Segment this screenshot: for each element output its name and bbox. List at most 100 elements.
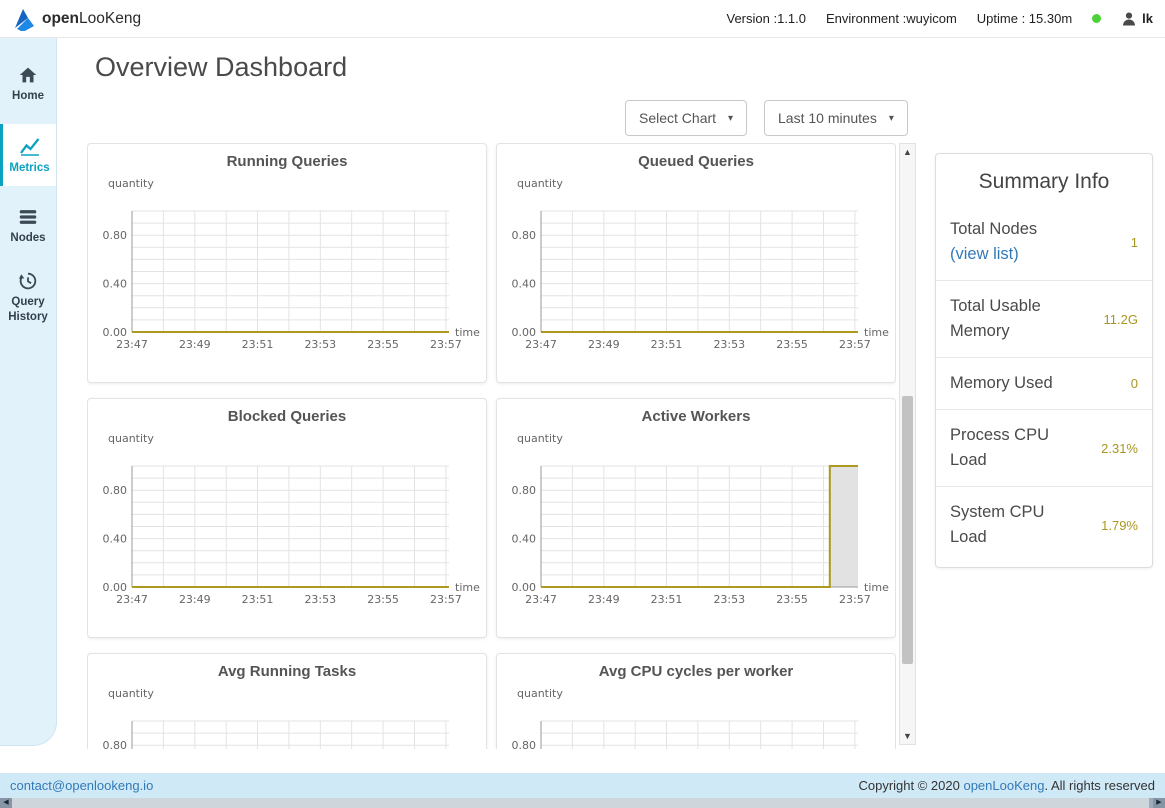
svg-text:23:55: 23:55 (367, 338, 399, 351)
chart-card-running-queries: Running Queries 0.00 0.40 0.80 quantity 23:47… (87, 143, 487, 383)
scrollbar-thumb[interactable] (12, 798, 1149, 808)
user-menu[interactable]: lk (1121, 11, 1153, 27)
user-name: lk (1142, 11, 1153, 26)
copyright-suffix: . All rights reserved (1044, 778, 1155, 793)
summary-row-total-nodes: Total Nodes (view list) 1 (936, 204, 1152, 280)
brand: openLooKeng (12, 7, 141, 31)
status-dot (1092, 14, 1102, 23)
chart-plot: 0.000.400.80quantity23:4723:4923:5123:53… (512, 432, 890, 606)
brand-name: openLooKeng (42, 9, 142, 27)
select-chart-dropdown[interactable]: Select Chart ▾ (625, 100, 748, 136)
metrics-icon (19, 138, 39, 156)
sidebar-item-label: Home (12, 90, 44, 102)
summary-value: 2.31% (1101, 440, 1138, 456)
sidebar-item-label: Query History (8, 295, 48, 323)
svg-text:23:57: 23:57 (430, 338, 462, 351)
openlookeng-link[interactable]: openLooKeng (963, 778, 1044, 793)
chart-plot: 0.000.400.80quantity23:4723:4923:5123:53… (103, 177, 481, 351)
nodes-icon (19, 210, 37, 224)
top-bar: openLooKeng Version :1.1.0 Environment :… (0, 0, 1165, 38)
chart-title: Queued Queries (638, 153, 754, 170)
svg-text:time: time (455, 326, 480, 339)
svg-text:23:57: 23:57 (839, 338, 871, 351)
svg-text:23:57: 23:57 (839, 593, 871, 606)
svg-text:quantity: quantity (517, 687, 563, 700)
charts-vertical-scrollbar[interactable]: ▲ ▼ (899, 143, 916, 745)
summary-label: Process CPU Load (950, 426, 1050, 469)
svg-text:time: time (864, 581, 889, 594)
summary-label: Total Usable Memory (950, 297, 1041, 340)
scroll-left-icon[interactable]: ◀ (0, 798, 12, 808)
svg-text:23:53: 23:53 (304, 338, 336, 351)
summary-title: Summary Info (978, 170, 1110, 193)
svg-text:0.40: 0.40 (512, 533, 537, 546)
svg-text:23:55: 23:55 (367, 593, 399, 606)
sidebar-item-label: Nodes (10, 231, 46, 244)
summary-value: 1 (1130, 234, 1138, 250)
svg-text:23:57: 23:57 (430, 593, 462, 606)
svg-text:23:47: 23:47 (525, 593, 557, 606)
version-label: Version :1.1.0 (726, 11, 807, 26)
chart-card-blocked-queries: Blocked Queries 0.00 0.40 0.80 quantity 23:47… (87, 398, 487, 638)
summary-value: 1.79% (1101, 517, 1138, 533)
svg-text:0.80: 0.80 (512, 229, 537, 242)
time-range-label: Last 10 minutes (778, 110, 877, 126)
openlookeng-logo-icon (15, 8, 34, 31)
svg-text:0.80: 0.80 (103, 739, 128, 749)
copyright: Copyright © 2020 openLooKeng. All rights… (858, 778, 1155, 793)
svg-text:quantity: quantity (108, 432, 154, 445)
svg-text:23:49: 23:49 (179, 338, 211, 351)
svg-text:23:51: 23:51 (651, 593, 683, 606)
chart-title: Blocked Queries (227, 408, 347, 425)
svg-text:23:55: 23:55 (776, 593, 808, 606)
charts-grid: Running Queries 0.00 0.40 0.80 quantity 23:47… (87, 143, 896, 749)
svg-text:0.40: 0.40 (103, 533, 128, 546)
chevron-down-icon: ▾ (728, 112, 734, 124)
uptime-label: Uptime : 15.30m (976, 11, 1073, 26)
svg-text:23:47: 23:47 (525, 338, 557, 351)
svg-text:quantity: quantity (108, 177, 154, 190)
sidebar-item-query-history[interactable]: Query History (0, 258, 56, 337)
svg-text:0.80: 0.80 (103, 229, 128, 242)
view-list-link[interactable]: (view list) (950, 245, 1019, 263)
sidebar-item-nodes[interactable]: Nodes (0, 194, 56, 258)
svg-text:23:47: 23:47 (116, 338, 148, 351)
sidebar-item-home[interactable]: Home (0, 52, 56, 116)
chart-title: Running Queries (226, 153, 348, 170)
svg-text:23:47: 23:47 (116, 593, 148, 606)
svg-text:quantity: quantity (517, 177, 563, 190)
home-icon (19, 67, 37, 83)
svg-text:time: time (455, 581, 480, 594)
summary-value: 11.2G (1103, 311, 1138, 327)
scroll-right-icon[interactable]: ▶ (1153, 798, 1165, 808)
chart-plot: 0.000.400.80quantity23:4723:4923:5123:53… (512, 687, 858, 749)
svg-text:23:53: 23:53 (304, 593, 336, 606)
query-history-icon (19, 272, 37, 289)
contact-link[interactable]: contact@openlookeng.io (10, 778, 153, 793)
scrollbar-thumb[interactable] (902, 396, 913, 664)
svg-text:23:51: 23:51 (242, 593, 274, 606)
svg-text:0.40: 0.40 (103, 278, 128, 291)
summary-label-text: Total Nodes (950, 220, 1038, 238)
time-range-dropdown[interactable]: Last 10 minutes ▾ (764, 100, 908, 136)
svg-text:0.80: 0.80 (512, 484, 537, 497)
scroll-up-icon[interactable]: ▲ (900, 147, 915, 157)
sidebar-item-label: Metrics (9, 161, 50, 174)
footer: contact@openlookeng.io Copyright © 2020 … (0, 773, 1165, 798)
chart-card-avg-cpu-cycles-per-worker: Avg CPU cycles per worker0.000.400.80qua… (496, 653, 896, 749)
scroll-down-icon[interactable]: ▼ (900, 731, 915, 741)
summary-label: Total Nodes (view list) (950, 217, 1062, 267)
horizontal-scrollbar[interactable]: ◀ ▶ (0, 798, 1165, 808)
svg-text:23:49: 23:49 (179, 593, 211, 606)
svg-text:time: time (864, 326, 889, 339)
chart-card-avg-running-tasks: Avg Running Tasks0.000.400.80quantity23:… (87, 653, 487, 749)
page-title: Overview Dashboard (95, 52, 348, 82)
summary-row-process-cpu-load: Process CPU Load 2.31% (936, 409, 1152, 486)
chart-title: Avg Running Tasks (217, 663, 357, 680)
environment-label: Environment :wuyicom (826, 11, 957, 26)
sidebar-item-metrics[interactable]: Metrics (0, 123, 56, 186)
svg-text:0.80: 0.80 (103, 484, 128, 497)
user-icon (1123, 12, 1136, 25)
summary-row-memory-used: Memory Used 0 (936, 357, 1152, 409)
charts-viewport: Running Queries 0.00 0.40 0.80 quantity 23:47… (87, 143, 896, 749)
